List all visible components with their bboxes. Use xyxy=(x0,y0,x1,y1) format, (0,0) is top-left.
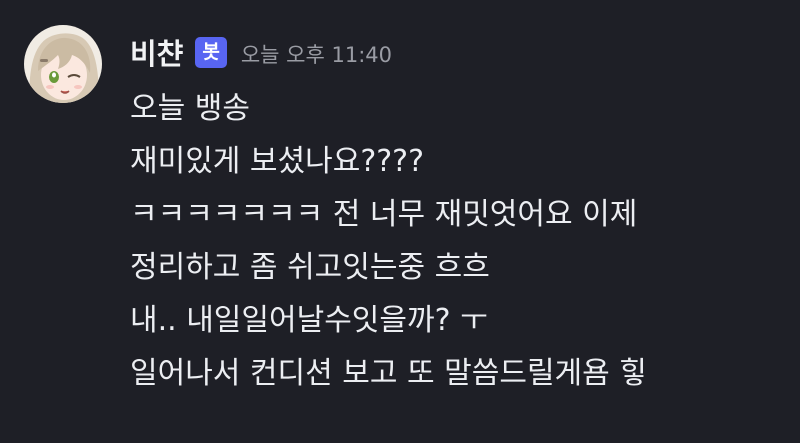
user-avatar[interactable] xyxy=(24,25,102,103)
chat-message: 비챤 봇 오늘 오후 11:40 오늘 뱅송 재미있게 보셨나요???? ㅋㅋㅋ… xyxy=(0,0,800,443)
message-line: ㅋㅋㅋㅋㅋㅋㅋ 전 너무 재밋엇어요 이제 xyxy=(130,197,638,232)
message-line: 재미있게 보셨나요???? xyxy=(130,144,425,179)
message-line: 내.. 내일일어날수잇을까? ㅜ xyxy=(130,303,488,338)
message-line: 일어나서 컨디션 보고 또 말씀드릴게욤 힣 xyxy=(130,356,647,391)
message-header: 비챤 봇 오늘 오후 11:40 xyxy=(130,30,392,74)
timestamp: 오늘 오후 11:40 xyxy=(240,43,393,67)
username[interactable]: 비챤 xyxy=(130,31,183,73)
bot-badge: 봇 xyxy=(195,36,227,68)
message-content: 오늘 뱅송 재미있게 보셨나요???? ㅋㅋㅋㅋㅋㅋㅋ 전 너무 재밋엇어요 이… xyxy=(130,82,647,400)
message-line: 오늘 뱅송 xyxy=(130,91,250,126)
anime-girl-avatar-icon xyxy=(24,25,102,103)
message-line: 정리하고 좀 쉬고잇는중 흐흐 xyxy=(130,250,490,285)
